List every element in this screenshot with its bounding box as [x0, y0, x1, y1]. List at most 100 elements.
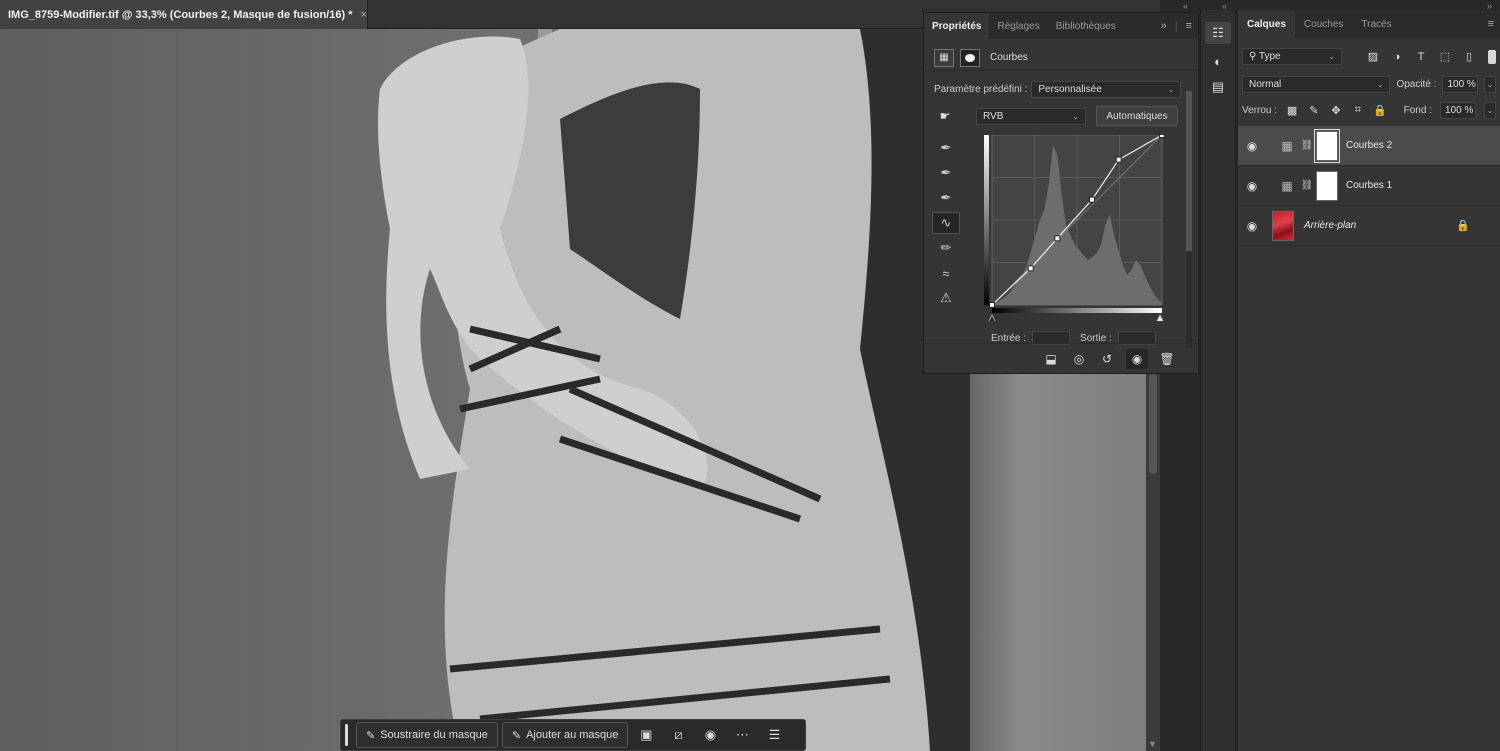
chevron-down-icon[interactable]: ⌄: [1484, 102, 1496, 119]
smooth-curve-icon[interactable]: ≈: [932, 262, 960, 284]
curve-control-point[interactable]: [1027, 265, 1034, 272]
layer-row[interactable]: ◉ ▦ ⛓ Courbes 1: [1238, 166, 1500, 206]
adjustments-icon[interactable]: ☰: [760, 722, 788, 748]
properties-scroll-thumb[interactable]: [1186, 91, 1192, 251]
chevron-down-icon[interactable]: ⌄: [1484, 76, 1497, 93]
adjustment-filter-icon[interactable]: ◑: [1390, 51, 1404, 63]
add-to-mask-label: Ajouter au masque: [526, 729, 619, 741]
tab-adjustments[interactable]: Réglages: [989, 13, 1047, 39]
tab-channels[interactable]: Couches: [1295, 10, 1352, 38]
chevron-down-icon: ⌄: [1072, 111, 1079, 121]
layer-row[interactable]: ◉ ▦ ⛓ Courbes 2: [1238, 126, 1500, 166]
eye-icon[interactable]: ◉: [1238, 219, 1266, 233]
curve-control-point[interactable]: [989, 302, 995, 308]
target-adjustment-icon[interactable]: ☛: [932, 109, 958, 123]
layer-row[interactable]: ◉ Arrière-plan 🔒: [1238, 206, 1500, 246]
lock-row: Verrou : ▩ ✎ ✥ ⌗ 🔒 Fond : 100 % ⌄: [1242, 102, 1496, 119]
properties-panel-icon[interactable]: ☷: [1205, 22, 1231, 44]
expand-icon[interactable]: »: [1161, 20, 1167, 32]
layers-panel: Calques Couches Tracés ≡ ⚲ Type ⌄ ▨ ◑ T …: [1238, 10, 1500, 751]
link-icon[interactable]: ⛓: [1300, 180, 1314, 191]
subtract-from-mask-label: Soustraire du masque: [380, 729, 488, 741]
lock-icon: 🔒: [1456, 220, 1470, 232]
channel-select[interactable]: RVB ⌄: [976, 107, 1086, 125]
layer-mask-thumbnail[interactable]: [1316, 170, 1338, 201]
curve-control-point[interactable]: [1054, 235, 1061, 242]
taskbar-drag-handle[interactable]: [345, 724, 348, 746]
canvas-scroll-thumb[interactable]: [1149, 374, 1157, 474]
hamburger-menu-icon[interactable]: ≡: [1186, 20, 1192, 32]
toggle-visibility-icon[interactable]: ◉: [1126, 348, 1148, 369]
brush-minus-icon: ✎: [366, 729, 376, 742]
add-to-mask-button[interactable]: ✎ Ajouter au masque: [501, 722, 629, 748]
gray-eyedropper-icon[interactable]: ✒: [932, 162, 960, 184]
libraries-panel-icon[interactable]: ▤: [1205, 76, 1231, 98]
pixel-filter-icon[interactable]: ▨: [1366, 50, 1380, 63]
adjustments-panel-icon[interactable]: ◐: [1205, 50, 1231, 72]
hamburger-menu-icon[interactable]: ≡: [1488, 10, 1500, 38]
curves-layer-icon: ▦: [1281, 138, 1293, 153]
lock-position-icon[interactable]: ✥: [1329, 104, 1343, 117]
layers-tabs: Calques Couches Tracés ≡: [1238, 10, 1500, 38]
curves-graph[interactable]: [984, 132, 1166, 324]
clip-to-layer-icon[interactable]: ⬓: [1042, 349, 1060, 369]
properties-footer: ⬓ ◎ ↺ ◉ 🗑: [924, 343, 1198, 373]
curve-control-point[interactable]: [1159, 132, 1165, 138]
tab-properties[interactable]: Propriétés: [924, 13, 990, 39]
smart-object-filter-icon[interactable]: ▯: [1462, 50, 1476, 63]
filter-type-select[interactable]: ⚲ Type ⌄: [1242, 48, 1342, 65]
mask-settings-icon[interactable]: ▣: [632, 722, 660, 748]
eye-icon[interactable]: ◉: [1238, 139, 1266, 153]
more-icon[interactable]: ⋯: [728, 722, 756, 748]
fill-input[interactable]: 100 %: [1440, 102, 1476, 119]
curves-adjustment-icon[interactable]: ▦: [934, 48, 954, 67]
document-tab[interactable]: IMG_8759-Modifier.tif @ 33,3% (Courbes 2…: [0, 0, 368, 29]
link-icon[interactable]: ⛓: [1300, 140, 1314, 151]
lock-pixels-icon[interactable]: ✎: [1307, 104, 1321, 117]
white-eyedropper-icon[interactable]: ✒: [932, 187, 960, 209]
tab-libraries[interactable]: Bibliothèques: [1048, 13, 1124, 39]
black-eyedropper-icon[interactable]: ✒: [932, 137, 960, 159]
type-filter-icon[interactable]: T: [1414, 51, 1428, 63]
view-previous-state-icon[interactable]: ◎: [1070, 349, 1088, 369]
lock-transparency-icon[interactable]: ▩: [1285, 104, 1299, 117]
chevron-down-icon: ⌄: [1376, 80, 1384, 89]
lock-label: Verrou :: [1242, 105, 1278, 116]
filter-toggle[interactable]: [1488, 49, 1496, 64]
visibility-icon[interactable]: ◉: [696, 722, 724, 748]
layer-name: Courbes 2: [1346, 140, 1393, 151]
curve-point-tool-icon[interactable]: ∿: [932, 212, 960, 234]
shape-filter-icon[interactable]: ⬚: [1438, 50, 1452, 63]
tab-paths[interactable]: Tracés: [1352, 10, 1400, 38]
chevron-down-icon[interactable]: ▼: [1148, 739, 1157, 749]
mask-icon[interactable]: [960, 48, 980, 67]
tab-layers[interactable]: Calques: [1238, 10, 1295, 38]
opacity-input[interactable]: 100 %: [1442, 76, 1479, 93]
properties-tabs: Propriétés Réglages Bibliothèques » | ≡: [924, 13, 1198, 39]
eye-icon[interactable]: ◉: [1238, 179, 1266, 193]
preset-select[interactable]: Personnalisée ⌄: [1031, 81, 1182, 98]
output-label: Sortie :: [1080, 332, 1112, 344]
lock-all-icon[interactable]: 🔒: [1373, 104, 1387, 117]
collapse-left-icon[interactable]: «: [1183, 1, 1188, 11]
curve-control-point[interactable]: [1115, 156, 1122, 163]
pencil-icon[interactable]: ✏: [932, 237, 960, 259]
curves-graph-svg[interactable]: [984, 132, 1166, 324]
lock-artboard-icon[interactable]: ⌗: [1351, 104, 1365, 117]
layer-list: ◉ ▦ ⛓ Courbes 2 ◉ ▦ ⛓ Courbes 1 ◉ Arrièr…: [1238, 126, 1500, 246]
trash-icon[interactable]: 🗑: [1158, 349, 1176, 369]
layer-mask-thumbnail[interactable]: [1314, 128, 1340, 163]
blend-mode-select[interactable]: Normal ⌄: [1242, 76, 1391, 93]
invert-mask-icon[interactable]: ⧄: [664, 722, 692, 748]
document-tab-title: IMG_8759-Modifier.tif @ 33,3% (Courbes 2…: [8, 8, 353, 21]
clipping-warning-icon[interactable]: ⚠: [932, 287, 960, 309]
input-gradient-bar: [992, 308, 1162, 313]
reset-icon[interactable]: ↺: [1098, 349, 1116, 369]
curve-control-point[interactable]: [1089, 196, 1095, 203]
subtract-from-mask-button[interactable]: ✎ Soustraire du masque: [356, 722, 498, 748]
close-icon[interactable]: ×: [360, 9, 366, 21]
auto-button[interactable]: Automatiques: [1096, 106, 1178, 126]
layer-filter-row: ⚲ Type ⌄ ▨ ◑ T ⬚ ▯: [1242, 48, 1496, 65]
properties-scrollbar[interactable]: [1184, 91, 1194, 347]
adjustment-type-label: Courbes: [990, 52, 1028, 63]
